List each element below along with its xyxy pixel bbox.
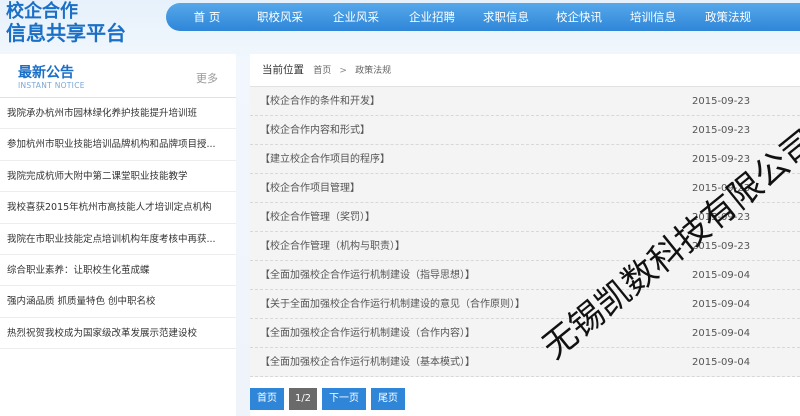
article-title[interactable]: 【全面加强校企合作运行机制建设（指导思想）】 bbox=[260, 261, 475, 290]
logo-line-2: 信息共享平台 bbox=[6, 21, 126, 45]
breadcrumb: 当前位置 首页 > 政策法规 bbox=[250, 54, 800, 87]
notice-sidebar: 最新公告 INSTANT NOTICE 更多 我院承办杭州市园林绿化养护技能提升… bbox=[0, 54, 236, 416]
article-title[interactable]: 【校企合作内容和形式】 bbox=[260, 116, 370, 145]
article-title[interactable]: 【全面加强校企合作运行机制建设（合作内容）】 bbox=[260, 319, 475, 348]
notice-item[interactable]: 强内涵品质 抓质量特色 创中职名校 bbox=[0, 286, 236, 318]
article-row[interactable]: 【全面加强校企合作运行机制建设（合作内容）】 2015-09-04 bbox=[250, 319, 800, 348]
article-row[interactable]: 【建立校企合作项目的程序】 2015-09-23 bbox=[250, 145, 800, 174]
notice-item[interactable]: 我院承办杭州市园林绿化养护技能提升培训班 bbox=[0, 98, 236, 130]
notice-item[interactable]: 热烈祝贺我校成为国家级改革发展示范建设校 bbox=[0, 318, 236, 350]
nav-item-training[interactable]: 培训信息 bbox=[616, 9, 690, 25]
first-page-button[interactable]: 首页 bbox=[250, 388, 284, 410]
breadcrumb-label: 当前位置 bbox=[262, 64, 304, 76]
nav-item-recruitment[interactable]: 企业招聘 bbox=[394, 9, 470, 25]
nav-item-news[interactable]: 校企快讯 bbox=[542, 9, 616, 25]
article-date: 2015-09-04 bbox=[692, 299, 751, 310]
main-content: 当前位置 首页 > 政策法规 【校企合作的条件和开发】 2015-09-23 【校… bbox=[250, 54, 800, 416]
article-date: 2015-09-23 bbox=[692, 125, 751, 136]
article-date: 2015-09-04 bbox=[692, 270, 751, 281]
logo-line-1: 校企合作 bbox=[6, 1, 78, 22]
main-nav: 首 页 职校风采 企业风采 企业招聘 求职信息 校企快讯 培训信息 政策法规 bbox=[166, 3, 800, 31]
article-row[interactable]: 【校企合作管理（奖罚）】 2015-09-23 bbox=[250, 203, 800, 232]
nav-item-jobseeking[interactable]: 求职信息 bbox=[470, 9, 542, 25]
article-row[interactable]: 【校企合作内容和形式】 2015-09-23 bbox=[250, 116, 800, 145]
article-title[interactable]: 【关于全面加强校企合作运行机制建设的意见（合作原则）】 bbox=[260, 290, 525, 319]
article-row[interactable]: 【校企合作管理（机构与职责）】 2015-09-23 bbox=[250, 232, 800, 261]
article-list: 【校企合作的条件和开发】 2015-09-23 【校企合作内容和形式】 2015-0… bbox=[250, 87, 800, 377]
last-page-button[interactable]: 尾页 bbox=[371, 388, 405, 410]
article-title[interactable]: 【校企合作的条件和开发】 bbox=[260, 87, 380, 116]
article-title[interactable]: 【全面加强校企合作运行机制建设（基本模式）】 bbox=[260, 348, 475, 377]
next-page-button[interactable]: 下一页 bbox=[322, 388, 366, 410]
article-date: 2015-09-04 bbox=[692, 328, 751, 339]
notice-list: 我院承办杭州市园林绿化养护技能提升培训班 参加杭州市职业技能培训品牌机构和品牌项… bbox=[0, 98, 236, 350]
article-date: 2015-09-23 bbox=[692, 212, 751, 223]
sidebar-subtitle: INSTANT NOTICE bbox=[18, 81, 85, 90]
breadcrumb-separator: > bbox=[339, 66, 347, 76]
article-date: 2015-09-23 bbox=[692, 96, 751, 107]
notice-item[interactable]: 我校喜获2015年杭州市高技能人才培训定点机构 bbox=[0, 192, 236, 224]
article-row[interactable]: 【全面加强校企合作运行机制建设（基本模式）】 2015-09-04 bbox=[250, 348, 800, 377]
page-indicator: 1/2 bbox=[289, 388, 317, 410]
breadcrumb-home-link[interactable]: 首页 bbox=[313, 66, 331, 76]
notice-item[interactable]: 我院在市职业技能定点培训机构年度考核中再获... bbox=[0, 224, 236, 255]
nav-item-home[interactable]: 首 页 bbox=[172, 9, 242, 25]
article-date: 2015-09-23 bbox=[692, 154, 751, 165]
sidebar-more-link[interactable]: 更多 bbox=[196, 70, 218, 86]
notice-item[interactable]: 我院完成杭师大附中第二课堂职业技能教学 bbox=[0, 161, 236, 193]
pagination: 首页 1/2 下一页 尾页 bbox=[250, 388, 405, 410]
article-date: 2015-09-23 bbox=[692, 183, 751, 194]
article-title[interactable]: 【校企合作管理（机构与职责）】 bbox=[260, 232, 405, 261]
article-title[interactable]: 【建立校企合作项目的程序】 bbox=[260, 145, 390, 174]
article-title[interactable]: 【校企合作项目管理】 bbox=[260, 174, 360, 203]
article-title[interactable]: 【校企合作管理（奖罚）】 bbox=[260, 203, 375, 232]
article-row[interactable]: 【校企合作项目管理】 2015-09-23 bbox=[250, 174, 800, 203]
notice-item[interactable]: 综合职业素养：让职校生化茧成蝶 bbox=[0, 255, 236, 287]
nav-item-enterprise[interactable]: 企业风采 bbox=[318, 9, 394, 25]
article-date: 2015-09-04 bbox=[692, 357, 751, 368]
sidebar-header: 最新公告 INSTANT NOTICE 更多 bbox=[0, 54, 236, 98]
article-row[interactable]: 【关于全面加强校企合作运行机制建设的意见（合作原则）】 2015-09-04 bbox=[250, 290, 800, 319]
site-logo[interactable]: 校企合作 信息共享平台 bbox=[6, 2, 166, 46]
notice-item[interactable]: 参加杭州市职业技能培训品牌机构和品牌项目授... bbox=[0, 129, 236, 161]
article-row[interactable]: 【全面加强校企合作运行机制建设（指导思想）】 2015-09-04 bbox=[250, 261, 800, 290]
article-row[interactable]: 【校企合作的条件和开发】 2015-09-23 bbox=[250, 87, 800, 116]
breadcrumb-current[interactable]: 政策法规 bbox=[355, 66, 391, 76]
sidebar-title: 最新公告 bbox=[18, 65, 74, 81]
nav-item-policy[interactable]: 政策法规 bbox=[690, 9, 766, 25]
article-date: 2015-09-23 bbox=[692, 241, 751, 252]
nav-item-school[interactable]: 职校风采 bbox=[242, 9, 318, 25]
